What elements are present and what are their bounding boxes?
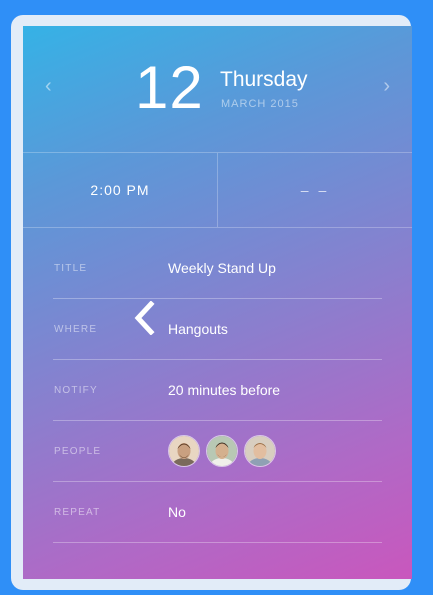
weekday-label: Thursday [220, 68, 308, 91]
avatar-person-3-icon [245, 436, 275, 466]
avatar-person-2-icon [207, 436, 237, 466]
avatar[interactable] [206, 435, 238, 467]
title-row[interactable]: TITLE Weekly Stand Up [53, 238, 382, 299]
time-row: 2:00 PM – – [23, 152, 412, 228]
people-avatars [168, 435, 276, 467]
repeat-value[interactable]: No [168, 482, 186, 542]
avatar[interactable] [244, 435, 276, 467]
end-time[interactable]: – – [218, 153, 412, 227]
people-value [168, 421, 276, 481]
title-value[interactable]: Weekly Stand Up [168, 238, 276, 298]
where-row[interactable]: WHERE Hangouts [53, 299, 382, 360]
month-year-label: MARCH 2015 [221, 98, 299, 110]
people-row[interactable]: PEOPLE [53, 421, 382, 482]
notify-label: NOTIFY [54, 384, 98, 396]
where-value[interactable]: Hangouts [168, 299, 228, 359]
repeat-label: REPEAT [54, 506, 101, 518]
previous-day-icon[interactable]: ‹ [45, 76, 52, 96]
avatar[interactable] [168, 435, 200, 467]
avatar-person-1-icon [169, 436, 199, 466]
day-number: 12 [135, 54, 204, 121]
notify-row[interactable]: NOTIFY 20 minutes before [53, 360, 382, 421]
notify-value[interactable]: 20 minutes before [168, 360, 280, 420]
chevron-left-icon[interactable] [133, 301, 157, 335]
next-day-icon[interactable]: › [383, 76, 390, 96]
where-label: WHERE [54, 323, 98, 335]
repeat-row[interactable]: REPEAT No [53, 482, 382, 543]
people-label: PEOPLE [54, 445, 102, 457]
title-label: TITLE [54, 262, 88, 274]
event-card: ‹ › 12 Thursday MARCH 2015 2:00 PM – – T… [23, 26, 412, 579]
start-time[interactable]: 2:00 PM [23, 153, 218, 227]
